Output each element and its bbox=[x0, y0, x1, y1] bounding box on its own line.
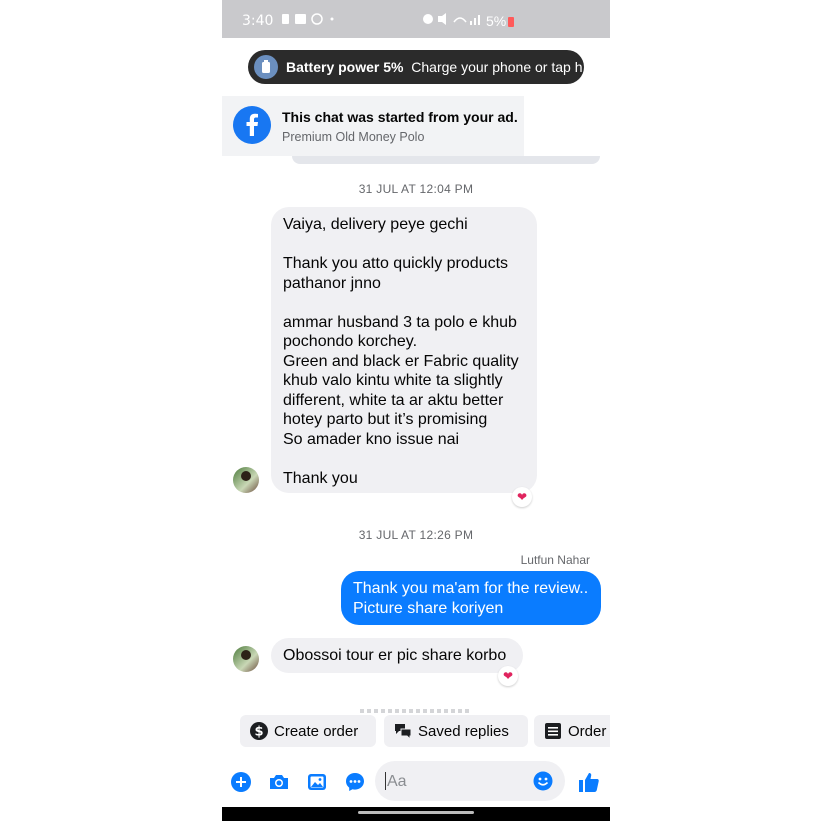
home-gesture-handle[interactable] bbox=[358, 811, 474, 814]
chat-bubbles-icon bbox=[395, 724, 412, 740]
toast-text: Battery power 5% Charge your phone or ta… bbox=[286, 59, 594, 75]
message-input[interactable]: Aa bbox=[375, 761, 565, 801]
phone-screen: 3:40 5% Battery power 5% Charge your pho… bbox=[222, 0, 610, 821]
message-input-placeholder: Aa bbox=[387, 773, 407, 790]
timestamp: 31 JUL AT 12:26 PM bbox=[358, 528, 474, 542]
sender-name: Lutfun Nahar bbox=[520, 553, 590, 567]
toast-message: Charge your phone or tap h... bbox=[411, 59, 595, 75]
avatar[interactable] bbox=[233, 646, 259, 672]
ad-context-banner[interactable]: This chat was started from your ad. Prem… bbox=[222, 96, 524, 156]
messenger-icon[interactable] bbox=[344, 771, 366, 793]
saved-replies-button[interactable]: Saved replies bbox=[384, 715, 528, 747]
ad-banner-title: This chat was started from your ad. bbox=[282, 109, 518, 125]
heart-reaction-icon[interactable]: ❤ bbox=[498, 666, 518, 686]
composer-bar: Aa bbox=[222, 758, 610, 808]
ad-banner-subtitle: Premium Old Money Polo bbox=[282, 130, 425, 144]
message-bubble-incoming[interactable]: Vaiya, delivery peye gechi Thank you att… bbox=[271, 207, 537, 493]
system-nav-bar bbox=[222, 807, 610, 821]
create-order-label: Create order bbox=[274, 723, 359, 740]
status-right-icons bbox=[423, 13, 480, 25]
avatar[interactable] bbox=[233, 467, 259, 493]
svg-text:$: $ bbox=[254, 725, 263, 740]
saved-replies-label: Saved replies bbox=[418, 723, 509, 740]
battery-icon bbox=[254, 55, 278, 79]
heart-reaction-icon[interactable]: ❤ bbox=[512, 487, 532, 507]
message-bubble-incoming[interactable]: Obossoi tour er pic share korbo bbox=[271, 638, 523, 673]
camera-icon[interactable] bbox=[268, 771, 290, 793]
order-label: Order bbox=[568, 723, 607, 740]
photo-icon[interactable] bbox=[306, 771, 328, 793]
toast-bold: Battery power 5% bbox=[286, 59, 404, 75]
status-time: 3:40 bbox=[242, 13, 274, 29]
status-left-icons bbox=[282, 13, 334, 25]
battery-percent: 5% bbox=[486, 13, 507, 29]
facebook-logo-icon bbox=[233, 106, 271, 144]
notification-icons bbox=[280, 12, 340, 29]
order-button[interactable]: Order bbox=[534, 715, 610, 747]
timestamp: 31 JUL AT 12:04 PM bbox=[358, 182, 474, 196]
create-order-button[interactable]: $ Create order bbox=[240, 715, 376, 747]
ad-banner-shadow bbox=[292, 156, 600, 164]
battery-toast[interactable]: Battery power 5% Charge your phone or ta… bbox=[248, 50, 594, 84]
status-bar: 3:40 5% bbox=[222, 0, 610, 38]
quick-actions-bar: $ Create order Saved replies Order bbox=[222, 715, 610, 751]
timestamp-partial bbox=[360, 709, 472, 713]
system-icons bbox=[422, 12, 484, 29]
battery-icon bbox=[508, 17, 515, 27]
list-icon bbox=[545, 723, 561, 739]
emoji-icon[interactable] bbox=[533, 771, 553, 791]
text-cursor bbox=[385, 772, 386, 790]
message-bubble-outgoing[interactable]: Thank you ma'am for the review.. Picture… bbox=[341, 571, 601, 625]
plus-icon[interactable] bbox=[230, 771, 252, 793]
battery-indicator: 5% bbox=[486, 13, 515, 29]
dollar-icon: $ bbox=[250, 722, 268, 740]
thumbs-up-icon[interactable] bbox=[577, 770, 601, 794]
